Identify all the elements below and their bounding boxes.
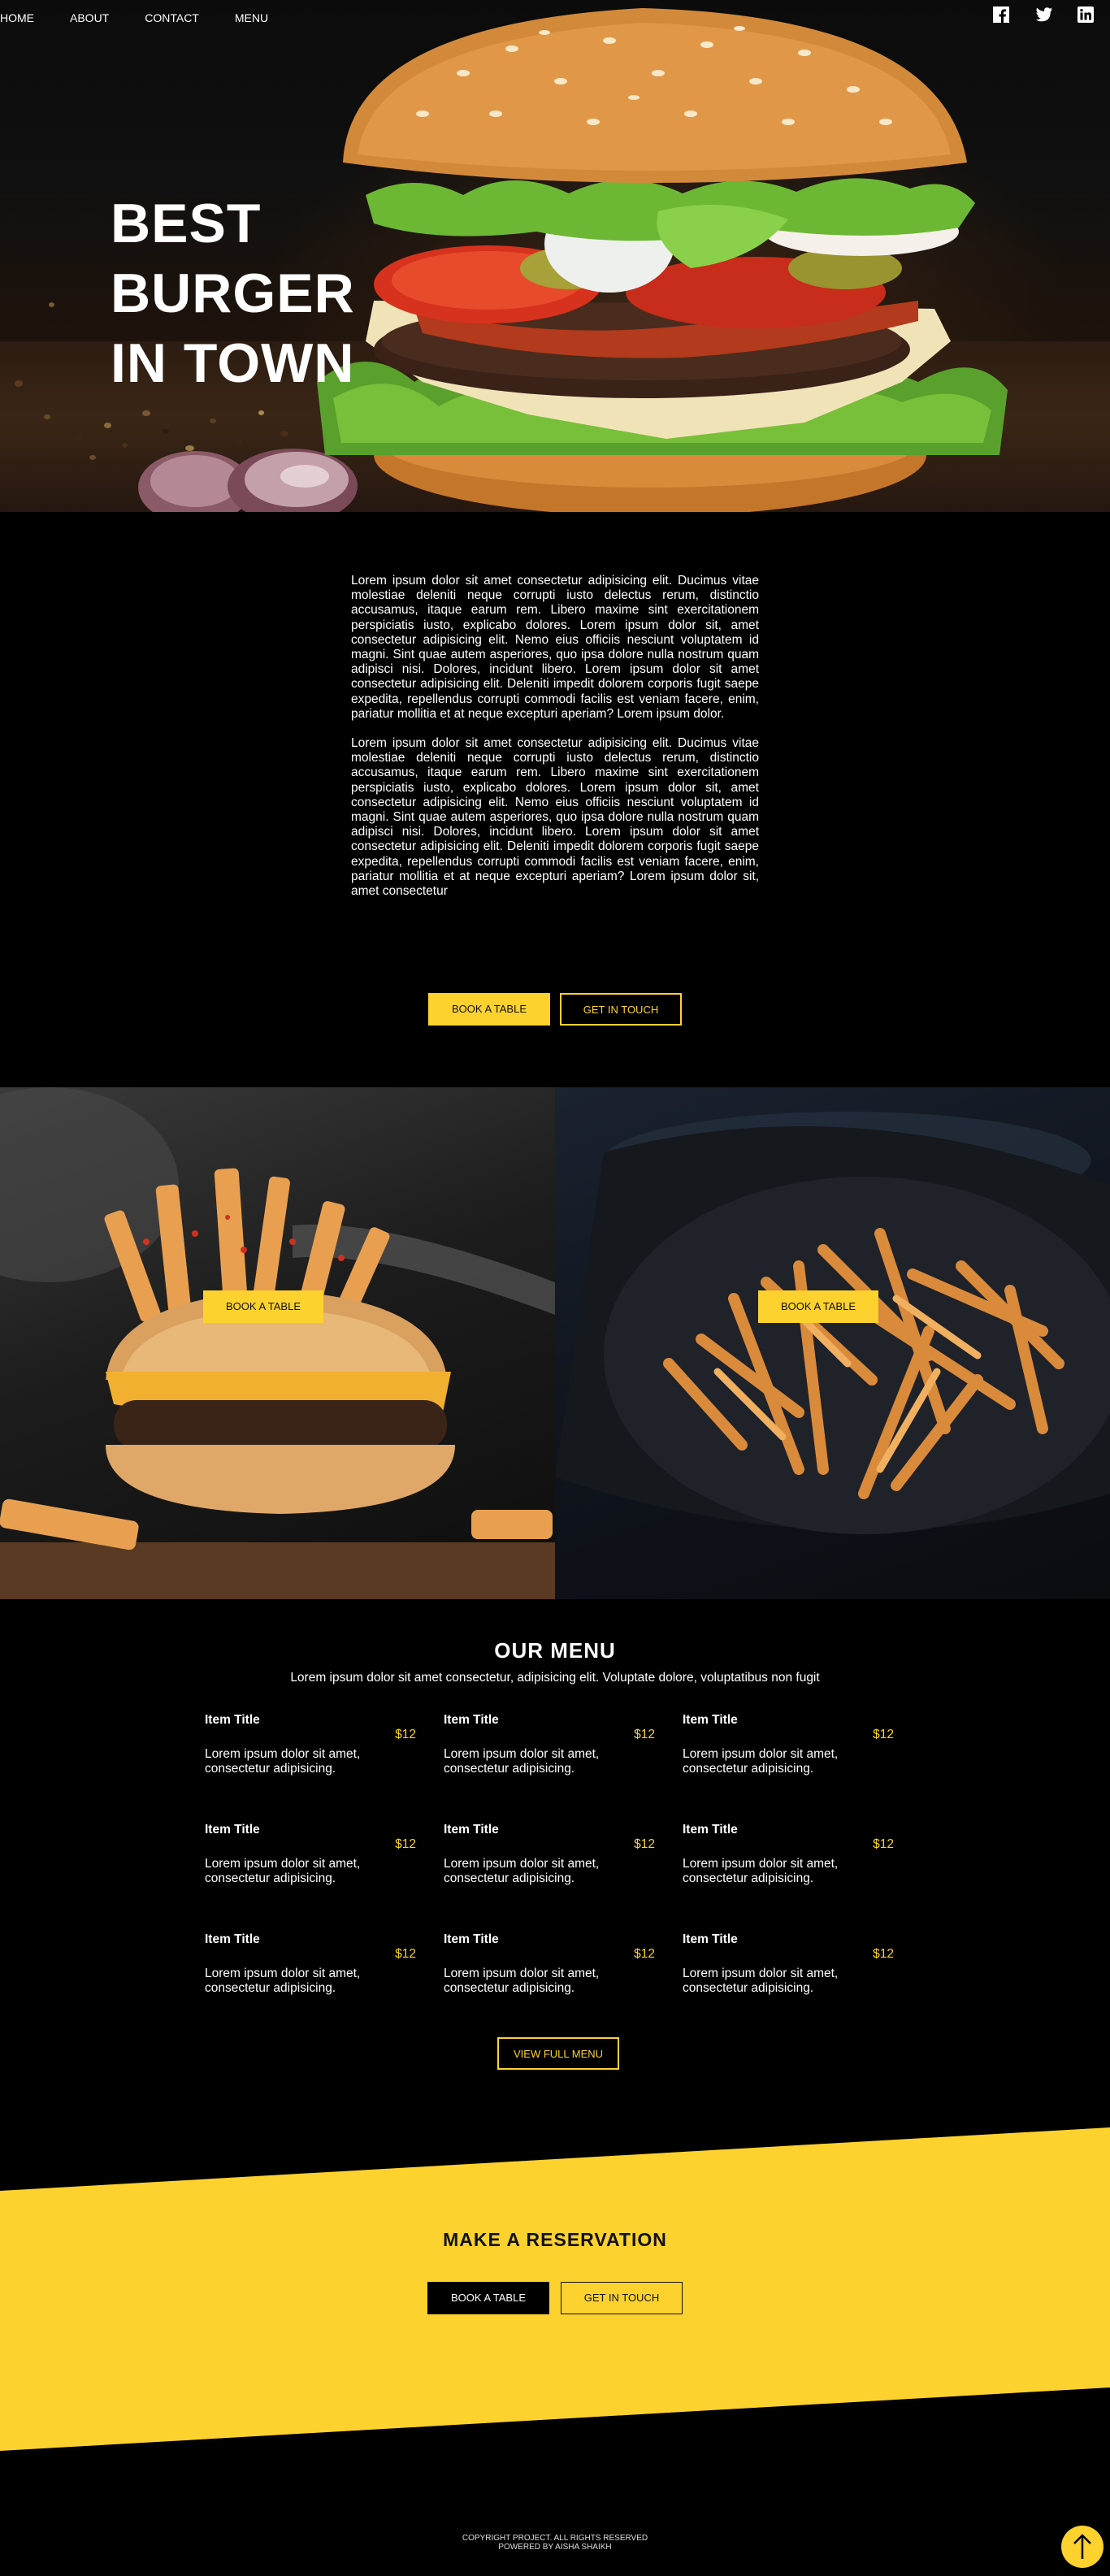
reservation-title: MAKE A RESERVATION	[443, 2229, 667, 2250]
menu-item-price: $12	[395, 1728, 416, 1741]
intro-paragraph: Lorem ipsum dolor sit amet consectetur a…	[351, 574, 759, 721]
burger-photo: BOOK A TABLE	[0, 1087, 555, 1599]
hero-burger-image	[317, 8, 1008, 512]
menu-item: Item Title $12 Lorem ipsum dolor sit ame…	[444, 1713, 655, 1776]
menu-item-price: $12	[634, 1947, 655, 1961]
menu-item-price: $12	[395, 1837, 416, 1851]
menu-item-description: Lorem ipsum dolor sit amet, consectetur …	[683, 1967, 839, 1995]
hero-section: HOME ABOUT CONTACT MENU BEST BURGER IN T…	[0, 0, 1110, 512]
menu-item-price: $12	[873, 1728, 894, 1741]
twitter-icon[interactable]	[1035, 7, 1053, 24]
hero-title: BEST BURGER IN TOWN	[111, 189, 379, 398]
intro-text: Lorem ipsum dolor sit amet consectetur a…	[351, 574, 759, 913]
hero-title-line: IN TOWN	[111, 332, 355, 394]
menu-item-price: $12	[634, 1728, 655, 1741]
burger-book-table-button[interactable]: BOOK A TABLE	[203, 1290, 323, 1323]
menu-item: Item Title $12 Lorem ipsum dolor sit ame…	[683, 1713, 894, 1776]
menu-item: Item Title $12 Lorem ipsum dolor sit ame…	[444, 1932, 655, 1996]
menu-item: Item Title $12 Lorem ipsum dolor sit ame…	[683, 1823, 894, 1886]
menu-item-title: Item Title	[205, 1932, 260, 1946]
copyright-text: COPYRIGHT PROJECT. ALL RIGHTS RESERVED	[462, 2534, 648, 2543]
hero-title-line: BEST	[111, 193, 262, 254]
menu-item-description: Lorem ipsum dolor sit amet, consectetur …	[205, 1857, 361, 1885]
footer: COPYRIGHT PROJECT. ALL RIGHTS RESERVED P…	[0, 2534, 1110, 2552]
menu-grid: Item Title $12 Lorem ipsum dolor sit ame…	[205, 1713, 912, 2054]
menu-item: Item Title $12 Lorem ipsum dolor sit ame…	[205, 1823, 416, 1886]
menu-item-title: Item Title	[444, 1823, 499, 1837]
menu-item-title: Item Title	[683, 1713, 738, 1727]
menu-item-title: Item Title	[683, 1823, 738, 1837]
intro-cta-row: BOOK A TABLE GET IN TOUCH	[0, 993, 1110, 1026]
top-navigation: HOME ABOUT CONTACT MENU	[0, 10, 304, 26]
menu-item-title: Item Title	[205, 1823, 260, 1837]
menu-item-title: Item Title	[444, 1713, 499, 1727]
menu-item-price: $12	[634, 1837, 655, 1851]
food-photo-gallery: BOOK A TABLE BOOK A TABLE	[0, 1087, 1110, 1599]
menu-item-title: Item Title	[205, 1713, 260, 1727]
menu-item-price: $12	[873, 1947, 894, 1961]
menu-item-description: Lorem ipsum dolor sit amet, consectetur …	[205, 1967, 361, 1995]
menu-item-price: $12	[873, 1837, 894, 1851]
nav-home[interactable]: HOME	[0, 10, 34, 26]
facebook-icon[interactable]	[993, 7, 1011, 24]
nav-about[interactable]: ABOUT	[70, 10, 109, 26]
menu-item-description: Lorem ipsum dolor sit amet, consectetur …	[444, 1747, 600, 1776]
menu-title: OUR MENU	[494, 1638, 616, 1663]
reservation-cta-row: BOOK A TABLE GET IN TOUCH	[0, 2282, 1110, 2314]
menu-subtitle: Lorem ipsum dolor sit amet consectetur, …	[290, 1671, 820, 1685]
nav-contact[interactable]: CONTACT	[145, 10, 199, 26]
menu-item-description: Lorem ipsum dolor sit amet, consectetur …	[444, 1967, 600, 1995]
menu-item-description: Lorem ipsum dolor sit amet, consectetur …	[683, 1747, 839, 1776]
powered-by-text: POWERED BY AISHA SHAIKH	[498, 2543, 612, 2552]
intro-paragraph: Lorem ipsum dolor sit amet consectetur a…	[351, 736, 759, 899]
menu-item-price: $12	[395, 1947, 416, 1961]
reservation-book-table-button[interactable]: BOOK A TABLE	[427, 2282, 549, 2314]
get-in-touch-button[interactable]: GET IN TOUCH	[560, 993, 682, 1026]
fries-plate-image	[555, 1112, 1110, 1534]
cheeseburger-with-fries-image	[0, 1087, 555, 1599]
book-table-button[interactable]: BOOK A TABLE	[428, 993, 550, 1026]
menu-item-title: Item Title	[444, 1932, 499, 1946]
menu-item: Item Title $12 Lorem ipsum dolor sit ame…	[444, 1823, 655, 1886]
fries-book-table-button[interactable]: BOOK A TABLE	[758, 1290, 878, 1323]
page: HOME ABOUT CONTACT MENU BEST BURGER IN T…	[0, 0, 1110, 2576]
menu-item: Item Title $12 Lorem ipsum dolor sit ame…	[205, 1713, 416, 1776]
scroll-to-top-button[interactable]	[1061, 2526, 1103, 2568]
nav-menu[interactable]: MENU	[235, 10, 268, 26]
view-full-menu-button[interactable]: VIEW FULL MENU	[497, 2037, 619, 2070]
menu-item: Item Title $12 Lorem ipsum dolor sit ame…	[205, 1932, 416, 1996]
menu-item: Item Title $12 Lorem ipsum dolor sit ame…	[683, 1932, 894, 1996]
menu-item-title: Item Title	[683, 1932, 738, 1946]
linkedin-icon[interactable]	[1077, 7, 1095, 24]
fries-photo: BOOK A TABLE	[555, 1087, 1110, 1599]
menu-item-description: Lorem ipsum dolor sit amet, consectetur …	[683, 1857, 839, 1885]
menu-item-description: Lorem ipsum dolor sit amet, consectetur …	[444, 1857, 600, 1885]
arrow-up-icon	[1073, 2534, 1091, 2559]
menu-item-description: Lorem ipsum dolor sit amet, consectetur …	[205, 1747, 361, 1776]
social-links	[993, 7, 1095, 24]
reservation-get-in-touch-button[interactable]: GET IN TOUCH	[561, 2282, 683, 2314]
hero-title-line: BURGER	[111, 262, 355, 324]
